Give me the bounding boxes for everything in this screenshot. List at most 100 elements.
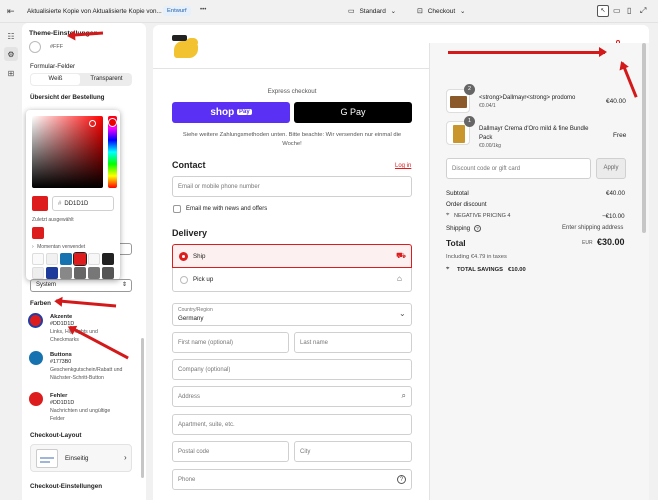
panel-scrollbar[interactable] (141, 338, 144, 478)
product-2-name: Dallmayr Crema d'Oro mild & fine Bundle … (479, 126, 589, 141)
used-color-1[interactable] (32, 253, 44, 265)
apps-icon[interactable]: ⊞ (4, 66, 18, 80)
color-swatch-white[interactable] (29, 41, 41, 53)
newsletter-checkbox[interactable] (173, 205, 181, 213)
used-color-11[interactable] (88, 267, 100, 279)
monitor-icon: ▭ (348, 8, 355, 15)
saturation-handle[interactable] (89, 120, 96, 127)
pickup-radio[interactable] (180, 276, 188, 284)
express-checkout-label: Express checkout (267, 88, 317, 95)
product-2-image: 1 (446, 116, 475, 145)
discount-code-name: NEGATIVE PRICING 4 (454, 213, 511, 219)
desktop-view-icon[interactable]: ▭ (613, 6, 621, 15)
phone-field[interactable]: Phone ? (172, 469, 412, 490)
subtotal-value: €40.00 (606, 190, 625, 197)
used-color-3[interactable] (60, 253, 72, 265)
order-discount-label: Order discount (446, 201, 487, 208)
ship-option[interactable]: Ship ⛟ (172, 244, 412, 268)
store-logo (172, 35, 202, 61)
last-name-placeholder: Last name (300, 339, 329, 346)
color-setting-error[interactable]: Fehler #DD1D1D Nachrichten und ungültige… (27, 392, 137, 428)
used-color-5[interactable] (88, 253, 100, 265)
google-pay-button[interactable]: G Pay (294, 102, 412, 123)
used-color-8[interactable] (46, 267, 58, 279)
ship-label: Ship (193, 253, 206, 260)
pickup-option[interactable]: Pick up ⌂ (172, 268, 412, 292)
apartment-field[interactable]: Apartment, suite, etc. (172, 414, 412, 435)
accent-color-swatch[interactable] (28, 313, 43, 328)
city-field[interactable]: City (294, 441, 412, 462)
discount-code-field[interactable]: Discount code or gift card (446, 158, 591, 179)
email-field[interactable]: Email or mobile phone number (172, 176, 412, 197)
error-color-swatch[interactable] (29, 392, 43, 406)
google-pay-label: G Pay (340, 107, 366, 117)
preview-scrollbar[interactable] (642, 43, 646, 233)
search-icon: ⌕ (401, 391, 406, 400)
shipping-value: Enter shipping address (562, 225, 624, 231)
product-1-unit: €0.04/1 (479, 103, 496, 109)
shipping-help-icon[interactable]: ? (474, 225, 481, 232)
theme-title: Aktualisierte Kopie von Aktualisierte Ko… (27, 8, 162, 15)
layout-option-label: Einseitig (65, 455, 89, 462)
hue-slider[interactable] (108, 116, 117, 188)
settings-gear-icon[interactable]: ⚙ (4, 47, 18, 61)
chevron-down-icon: ⌄ (390, 8, 397, 15)
address-field[interactable]: Address ⌕ (172, 386, 412, 407)
more-actions-button[interactable]: ••• (200, 7, 206, 13)
used-color-12[interactable] (102, 267, 114, 279)
used-color-10[interactable] (74, 267, 86, 279)
system-select-value: System (36, 282, 57, 288)
used-color-7[interactable] (32, 267, 44, 279)
login-link[interactable]: Log in (395, 163, 411, 169)
colors-label: Farben (30, 300, 51, 307)
company-placeholder: Company (optional) (178, 366, 231, 373)
product-1-image: 2 (446, 84, 475, 113)
last-name-field[interactable]: Last name (294, 332, 412, 353)
used-color-9[interactable] (60, 267, 72, 279)
used-color-4[interactable] (73, 252, 87, 266)
cart-icon: ⊡ (417, 8, 423, 15)
apply-button[interactable]: Apply (596, 158, 626, 179)
exit-icon[interactable]: ⇤ (7, 6, 18, 17)
discount-tag-icon: ⌖ (446, 212, 450, 218)
inspector-icon[interactable]: ↖ (597, 5, 609, 17)
recent-color-red[interactable] (32, 227, 44, 239)
first-name-field[interactable]: First name (optional) (172, 332, 289, 353)
company-field[interactable]: Company (optional) (172, 359, 412, 380)
buttons-color-swatch[interactable] (29, 351, 43, 365)
form-fields-option-transparent[interactable]: Transparent (82, 74, 131, 85)
city-placeholder: City (300, 448, 311, 455)
sections-icon[interactable]: ☷ (4, 29, 18, 43)
used-color-2[interactable] (46, 253, 58, 265)
layout-option[interactable]: Einseitig › (30, 444, 132, 472)
fullscreen-icon[interactable]: ⤢ (640, 6, 646, 16)
color-value-white: #FFF (50, 44, 64, 50)
theme-select[interactable]: ▭ Standard ⌄ (348, 7, 396, 15)
delivery-heading: Delivery (172, 228, 208, 238)
apartment-placeholder: Apartment, suite, etc. (178, 421, 235, 428)
system-select[interactable]: System ⇕ (30, 279, 132, 292)
used-color-6[interactable] (102, 253, 114, 265)
ship-radio[interactable] (179, 252, 188, 261)
checkout-layout-label: Checkout-Layout (30, 432, 82, 439)
country-select[interactable]: Country/Region Germany ⌄ (172, 303, 412, 326)
hex-prefix: # (58, 200, 62, 207)
saturation-field[interactable] (32, 116, 103, 188)
shop-pay-label: shop (210, 107, 235, 119)
page-select[interactable]: ⊡ Checkout ⌄ (417, 7, 465, 15)
postal-code-field[interactable]: Postal code (172, 441, 289, 462)
pickup-label: Pick up (193, 276, 214, 283)
hue-handle[interactable] (108, 118, 117, 127)
color-setting-accent[interactable]: Akzente #DD1D1D Links, Highlights und Ch… (27, 313, 137, 347)
form-fields-option-white[interactable]: Weiß (31, 74, 80, 85)
mobile-view-icon[interactable]: ▯ (627, 6, 631, 15)
currently-used-label[interactable]: › Momentan verwendet (32, 244, 85, 250)
order-summary-label: Übersicht der Bestellung (30, 94, 105, 101)
color-setting-buttons[interactable]: Buttons #1773B0 Geschenkgutschein/Rabatt… (27, 351, 137, 387)
shop-pay-badge: Pay (236, 109, 252, 115)
chevron-down-icon: ⌄ (459, 8, 466, 15)
hex-input[interactable]: # DD1D1D (52, 196, 114, 211)
first-name-placeholder: First name (optional) (178, 339, 234, 346)
shop-pay-button[interactable]: shop Pay (172, 102, 290, 123)
draft-badge: Entwurf (163, 6, 191, 16)
